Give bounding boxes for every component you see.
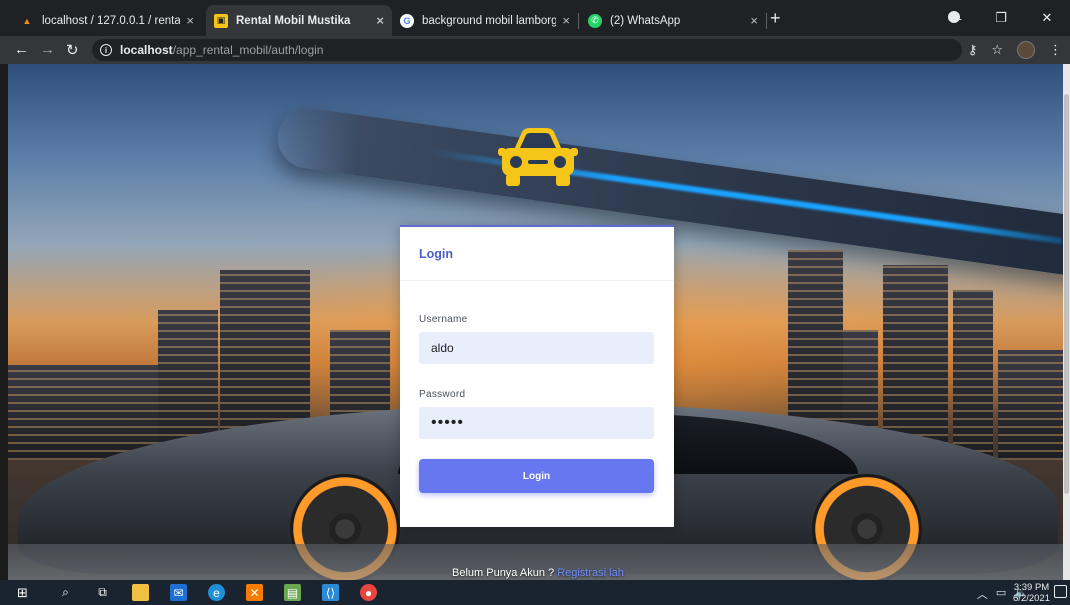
close-icon[interactable]: ×: [750, 13, 758, 28]
register-prompt: Belum Punya Akun ? Registrasi lah: [452, 567, 624, 579]
address-bar: ← → ↻ i localhost /app_rental_mobil/auth…: [0, 36, 1070, 64]
taskbar: ⊞ ⌕ ⧉ ✉ e ✕ ▤ ⟨⟩ ● ︿ ▭ 🔈 3:39 PM 6/2/202…: [0, 580, 1070, 605]
star-icon[interactable]: ☆: [991, 42, 1003, 58]
username-label: Username: [419, 314, 468, 325]
background-building: [8, 365, 158, 460]
close-icon[interactable]: ×: [186, 13, 194, 28]
page-scrollbar[interactable]: [1063, 64, 1070, 580]
key-icon[interactable]: ⚷: [968, 42, 978, 58]
browser-tab-bar: ▲ localhost / 127.0.0.1 / rental_mobi × …: [0, 0, 1070, 36]
new-tab-icon[interactable]: +: [770, 8, 781, 29]
login-card: Login Username aldo Password ••••• Login: [400, 225, 674, 527]
back-icon[interactable]: ←: [14, 41, 29, 58]
chrome-icon[interactable]: ●: [360, 584, 377, 601]
login-title: Login: [419, 247, 454, 261]
google-icon: G: [400, 13, 414, 28]
close-icon[interactable]: ×: [376, 13, 384, 28]
tab-phpmyadmin[interactable]: ▲ localhost / 127.0.0.1 / rental_mobi ×: [12, 5, 202, 36]
restore-icon[interactable]: ❐: [978, 10, 1024, 26]
window-controls: — ❐ ✕: [932, 0, 1070, 36]
phpmyadmin-icon: ▲: [22, 15, 32, 26]
password-input[interactable]: •••••: [419, 407, 654, 439]
reload-icon[interactable]: ↻: [66, 41, 79, 59]
minimize-icon[interactable]: —: [932, 11, 978, 26]
file-explorer-icon[interactable]: [132, 584, 149, 601]
battery-icon[interactable]: ▭: [996, 586, 1006, 602]
tab-separator: [766, 13, 767, 29]
edge-icon[interactable]: e: [208, 584, 225, 601]
background-building: [953, 290, 993, 460]
tab-title: Rental Mobil Mustika: [236, 14, 351, 27]
page-background: Login Username aldo Password ••••• Login…: [8, 64, 1063, 580]
username-input[interactable]: aldo: [419, 332, 654, 364]
notification-icon[interactable]: [1054, 585, 1067, 598]
tab-rental-mobil[interactable]: ▣ Rental Mobil Mustika ×: [206, 5, 392, 36]
car-favicon-icon: ▣: [214, 13, 228, 28]
windows-start-icon[interactable]: ⊞: [14, 584, 31, 601]
tab-title: (2) WhatsApp: [610, 14, 681, 27]
tab-whatsapp[interactable]: ✆ (2) WhatsApp ×: [580, 5, 766, 36]
notepad-icon[interactable]: ▤: [284, 584, 301, 601]
password-label: Password: [419, 389, 466, 400]
login-card-header: Login: [400, 227, 674, 281]
login-button[interactable]: Login: [419, 459, 654, 493]
chevron-up-icon[interactable]: ︿: [977, 586, 988, 602]
clock[interactable]: 3:39 PM 6/2/2021: [1013, 582, 1050, 604]
forward-icon[interactable]: →: [40, 41, 55, 58]
info-icon[interactable]: i: [100, 44, 112, 56]
xampp-icon[interactable]: ✕: [246, 584, 263, 601]
toolbar-actions: ⚷ ☆ ⋮: [968, 41, 1062, 59]
whatsapp-icon: ✆: [588, 13, 602, 28]
clock-time: 3:39 PM: [1013, 582, 1050, 593]
avatar[interactable]: [1017, 41, 1035, 59]
menu-dots-icon[interactable]: ⋮: [1049, 42, 1062, 58]
url-field[interactable]: i localhost /app_rental_mobil/auth/login: [92, 39, 962, 61]
car-logo-icon: [498, 128, 578, 186]
close-icon[interactable]: ×: [562, 13, 570, 28]
clock-date: 6/2/2021: [1013, 593, 1050, 604]
register-link[interactable]: Registrasi lah: [557, 567, 624, 579]
url-host: localhost: [120, 43, 173, 57]
tab-separator: [578, 13, 579, 29]
window-close-icon[interactable]: ✕: [1024, 10, 1070, 26]
vscode-icon[interactable]: ⟨⟩: [322, 584, 339, 601]
background-building: [998, 350, 1063, 460]
register-prompt-text: Belum Punya Akun ?: [452, 567, 555, 579]
task-view-icon[interactable]: ⧉: [94, 584, 111, 601]
mail-icon[interactable]: ✉: [170, 584, 187, 601]
tab-google-search[interactable]: G background mobil lamborghini ×: [392, 5, 578, 36]
search-icon[interactable]: ⌕: [57, 584, 74, 601]
tab-title: background mobil lamborghini: [422, 14, 557, 27]
tab-title: localhost / 127.0.0.1 / rental_mobi: [42, 14, 181, 27]
url-path: /app_rental_mobil/auth/login: [172, 43, 324, 57]
scrollbar-thumb[interactable]: [1064, 94, 1069, 494]
